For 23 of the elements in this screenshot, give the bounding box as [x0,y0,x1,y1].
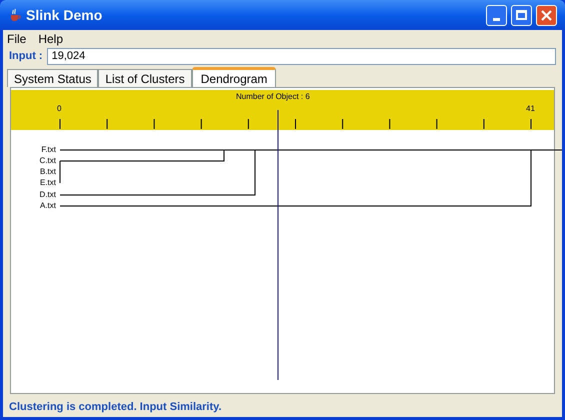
menu-item[interactable]: Help [38,30,64,48]
close-button[interactable] [536,4,557,26]
input-field[interactable]: 19,024 [46,48,556,64]
menu-item[interactable]: File [7,30,26,48]
window-title: Slink Demo [26,6,104,24]
minimize-button[interactable] [486,4,507,26]
leaf-label: E.txt [38,178,56,187]
tab[interactable]: Dendrogram [192,67,276,87]
input-label: Input : [9,48,43,64]
leaf-label: A.txt [38,201,56,210]
leaf-label: C.txt [38,156,56,165]
close-icon [541,10,552,20]
leaf-label: D.txt [38,190,56,199]
leaf-label: B.txt [38,167,56,176]
leaf-label: F.txt [40,145,56,154]
status-text: Clustering is completed. Input Similarity. [9,400,222,415]
tab[interactable]: List of Clusters [98,69,192,87]
scale-label: 41 [526,103,535,115]
coffee-cup-icon [8,8,22,22]
tab[interactable]: System Status [7,69,98,87]
scale-title: Number of Object : 6 [236,91,310,103]
maximize-button[interactable] [511,4,532,26]
scale-label: 0 [57,103,62,115]
